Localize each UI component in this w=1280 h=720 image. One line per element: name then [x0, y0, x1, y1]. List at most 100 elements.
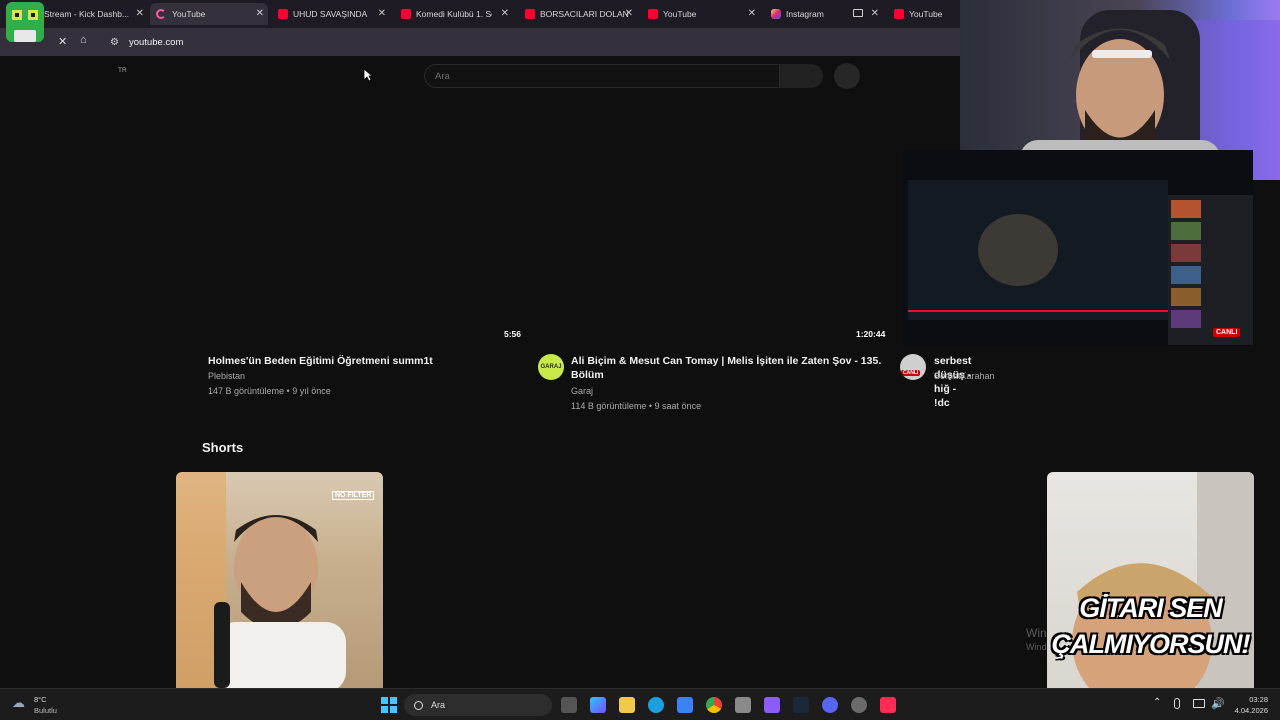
short-caption-line2: ÇALMIYORSUN! [1051, 629, 1251, 659]
loading-spinner-icon [156, 9, 166, 19]
taskbar-search[interactable]: Ara [404, 694, 552, 716]
close-icon[interactable]: ✕ [625, 8, 633, 19]
channel-name[interactable]: Plebistan [208, 371, 245, 381]
tab-label: BORSACILARI DOLAN [540, 9, 629, 19]
avatar-live-badge: CANLI [901, 370, 921, 376]
file-explorer-icon[interactable] [619, 697, 635, 713]
tab-label: YouTube [172, 9, 206, 19]
channel-name[interactable]: SerhatKarahan [934, 371, 995, 381]
tab-youtube-2[interactable]: YouTube [894, 3, 960, 25]
search-input[interactable]: Ara [424, 64, 780, 88]
clock-time[interactable]: 03:28 [1236, 695, 1268, 704]
channel-name[interactable]: Garaj [571, 386, 593, 396]
weather-icon[interactable]: ☁ [12, 695, 25, 711]
short-thumbnail[interactable]: GİTARI SEN ÇALMIYORSUN! [1047, 472, 1254, 688]
app-icon[interactable] [851, 697, 867, 713]
short-caption-line1: GİTARI SEN [1079, 593, 1223, 623]
settings-gear-icon[interactable] [735, 697, 751, 713]
close-icon[interactable]: ✕ [501, 8, 509, 19]
stream-preview-image [903, 150, 1253, 346]
country-code: TR [118, 67, 127, 74]
video-duration: 5:56 [504, 329, 522, 339]
tab-instagram[interactable]: Instagram ✕ [771, 3, 883, 25]
windows-watermark-sub: Wind [1026, 642, 1047, 652]
browser-toolbar: ✕ ⌂ ⚙ youtube.com [0, 28, 960, 56]
task-view-icon[interactable] [561, 697, 577, 713]
windows-taskbar: ☁ 8°C Bulutlu Ara ⌃ 🔊 03:28 4.04.2026 [0, 688, 1280, 720]
video-meta: 147 B görüntüleme • 9 yıl önce [208, 386, 331, 396]
search-button[interactable] [780, 64, 823, 88]
youtube-icon [525, 9, 535, 19]
tab-borsacilari[interactable]: BORSACILARI DOLAN ✕ [525, 3, 637, 25]
video-thumbnail[interactable] [176, 116, 522, 346]
steam-icon[interactable] [793, 697, 809, 713]
video-title[interactable]: Holmes'ün Beden Eğitimi Öğretmeni summ1t [208, 354, 433, 368]
picture-in-picture-icon[interactable] [853, 9, 863, 17]
youtube-page: TR Ara 5:56 Holmes'ün Beden Eğitimi Öğre… [0, 56, 1060, 688]
video-duration: 1:20:44 [856, 329, 886, 339]
site-info-icon[interactable]: ⚙ [110, 37, 119, 48]
video-title-line1[interactable]: Ali Biçim & Mesut Can Tomay | Melis İşit… [571, 354, 881, 368]
tab-label: YouTube [909, 9, 943, 19]
short-thumbnail[interactable]: NO FILTER [176, 472, 383, 688]
weather-desc[interactable]: Bulutlu [34, 706, 57, 715]
youtube-icon [401, 9, 411, 19]
microphone-icon[interactable] [1174, 698, 1180, 709]
chevron-up-icon[interactable]: ⌃ [1153, 697, 1161, 708]
obs-icon[interactable] [764, 697, 780, 713]
browser-tab-strip: Stream - Kick Dashb... ✕ YouTube ✕ UHUD … [0, 0, 960, 28]
tiktok-icon[interactable] [880, 697, 896, 713]
tab-kick-dashboard[interactable]: Stream - Kick Dashb... ✕ [44, 3, 148, 25]
live-badge: CANLI [1213, 328, 1241, 337]
tab-label: YouTube [663, 9, 697, 19]
mouse-cursor-icon [363, 68, 373, 82]
avatar-text: GARAJ [540, 364, 562, 370]
close-icon[interactable]: ✕ [748, 8, 756, 19]
tab-youtube-active[interactable]: YouTube ✕ [150, 3, 268, 25]
video-title-line2[interactable]: Bölüm [571, 368, 604, 382]
instagram-icon [771, 9, 781, 19]
volume-icon[interactable]: 🔊 [1211, 697, 1225, 710]
clock-date[interactable]: 4.04.2026 [1226, 706, 1268, 715]
tab-label: Instagram [786, 9, 824, 19]
tab-youtube[interactable]: YouTube ✕ [648, 3, 760, 25]
taskbar-search-label: Ara [431, 700, 446, 710]
streamer-logo [4, 0, 46, 50]
short-caption: GİTARI SEN ÇALMIYORSUN! [1047, 590, 1254, 662]
youtube-icon [648, 9, 658, 19]
address-bar[interactable]: ⚙ youtube.com [104, 31, 950, 53]
chrome-icon[interactable] [706, 697, 722, 713]
shorts-heading: Shorts [202, 440, 244, 455]
network-icon[interactable] [1193, 699, 1205, 708]
close-icon[interactable]: ✕ [378, 8, 386, 19]
search-icon [414, 700, 423, 710]
url-text: youtube.com [128, 36, 184, 48]
video-thumbnail[interactable] [538, 116, 888, 346]
edge-icon[interactable] [648, 697, 664, 713]
video-title[interactable]: serbest düşüş - hiğ - !dc [934, 354, 971, 410]
windows-start-icon[interactable] [381, 697, 397, 713]
tab-label: UHUD SAVAŞINDA TI [293, 9, 369, 19]
tab-komedi-kulubu[interactable]: Komedi Kulübü 1. Se ✕ [401, 3, 513, 25]
close-icon[interactable]: ✕ [256, 8, 264, 19]
video-meta: 114 B görüntüleme • 9 saat önce [571, 401, 702, 411]
tab-uhud[interactable]: UHUD SAVAŞINDA TI ✕ [278, 3, 390, 25]
close-icon[interactable]: ✕ [136, 8, 144, 19]
close-icon[interactable]: ✕ [871, 8, 879, 19]
voice-search-button[interactable] [834, 63, 860, 89]
discord-icon[interactable] [822, 697, 838, 713]
home-icon[interactable]: ⌂ [80, 34, 87, 46]
short-overlay-badge: NO FILTER [332, 491, 375, 500]
live-stream-preview[interactable]: CANLI [903, 150, 1253, 346]
stop-loading-icon[interactable]: ✕ [58, 35, 67, 48]
tab-label: Komedi Kulübü 1. Se [416, 9, 492, 19]
microsoft-store-icon[interactable] [677, 697, 693, 713]
tab-label: Stream - Kick Dashb... [44, 9, 130, 19]
short-person-image [176, 472, 346, 688]
channel-avatar[interactable]: GARAJ [538, 354, 564, 380]
weather-temp[interactable]: 8°C [34, 695, 47, 704]
channel-avatar[interactable]: CANLI [900, 354, 926, 380]
youtube-icon [894, 9, 904, 19]
copilot-icon[interactable] [590, 697, 606, 713]
youtube-icon [278, 9, 288, 19]
